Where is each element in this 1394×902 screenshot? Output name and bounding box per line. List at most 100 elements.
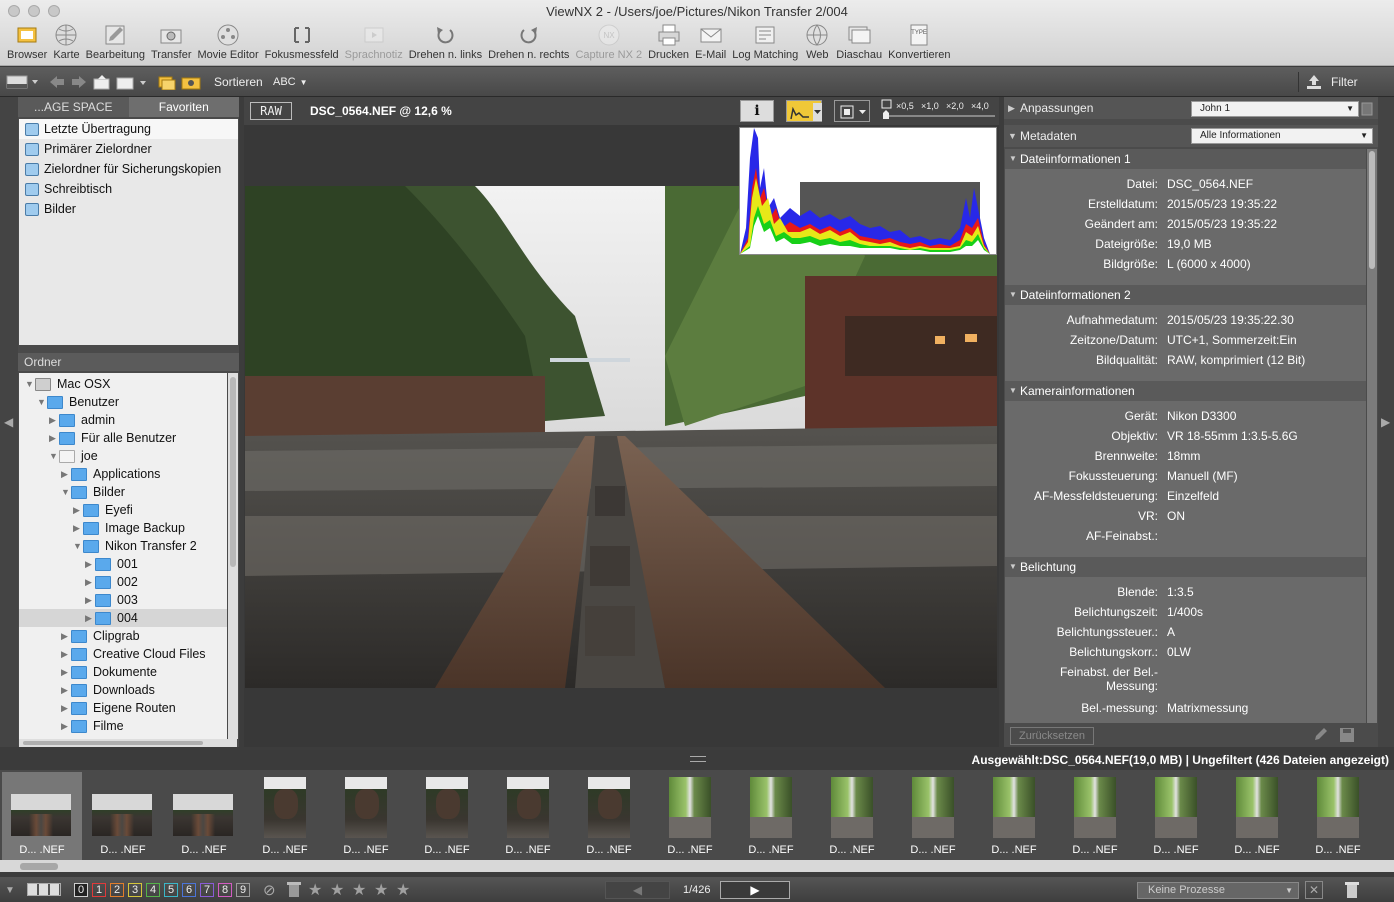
previous-image-button[interactable]: ◀ (605, 881, 670, 899)
filmstrip-thumbnail[interactable]: D... .NEF (1217, 772, 1297, 860)
star-icon[interactable]: ★ (330, 880, 344, 900)
tree-item[interactable]: ▼ Bilder (61, 483, 125, 501)
tree-item[interactable]: ▶ Eigene Routen (61, 699, 176, 717)
toolbar-convert-button[interactable]: TYPE Konvertieren (885, 22, 953, 64)
disclosure-open-icon[interactable]: ▼ (25, 379, 35, 389)
toolbar-play-note-button[interactable]: Sprachnotiz (342, 22, 406, 64)
folder-tree-hscroll-thumb[interactable] (23, 741, 203, 745)
tree-item[interactable]: ▼ joe (49, 447, 98, 465)
info-button[interactable]: i (740, 100, 774, 122)
disclosure-closed-icon[interactable]: ▶ (61, 649, 71, 660)
forward-button[interactable] (70, 72, 88, 92)
tree-item[interactable]: ▶ admin (49, 411, 115, 429)
toolbar-camera-button[interactable]: Transfer (148, 22, 195, 64)
disclosure-open-icon[interactable]: ▼ (61, 487, 71, 497)
edit-metadata-button[interactable] (1312, 727, 1330, 746)
tree-item[interactable]: ▶ 001 (85, 555, 138, 573)
filmstrip-thumbnail[interactable]: D... .NEF (407, 772, 487, 860)
toolbar-mail-button[interactable]: E-Mail (692, 22, 729, 64)
metadata-section-header[interactable]: ▼ Dateiinformationen 2 (1005, 285, 1366, 305)
process-dropdown[interactable]: Keine Prozesse ▼ (1137, 882, 1299, 899)
zoom-level-label[interactable]: ×0,5 (896, 101, 914, 111)
filmstrip-thumbnail[interactable]: D... .NEF (164, 772, 244, 860)
zoom-level-label[interactable]: ×4,0 (971, 101, 989, 111)
label-3-button[interactable]: 3 (128, 883, 142, 897)
label-2-button[interactable]: 2 (110, 883, 124, 897)
filmstrip-thumbnail[interactable]: D... .NEF (1136, 772, 1216, 860)
metadata-filter-select[interactable]: Alle Informationen ▼ (1191, 128, 1373, 144)
filmstrip-thumbnail[interactable]: D... .NEF (245, 772, 325, 860)
delete-button[interactable] (1343, 880, 1361, 902)
tab-favorites[interactable]: Favoriten (128, 97, 239, 117)
label-0-button[interactable]: 0 (74, 883, 88, 897)
filmstrip-thumbnail[interactable]: D... .NEF (1055, 772, 1135, 860)
cancel-process-button[interactable]: ✕ (1305, 881, 1323, 899)
filmstrip-thumbnail[interactable]: D... .NEF (326, 772, 406, 860)
favorite-item[interactable]: Bilder (19, 199, 238, 219)
view-mode-button[interactable] (5, 72, 39, 92)
disclosure-closed-icon[interactable]: ▶ (61, 631, 71, 642)
label-6-button[interactable]: 6 (182, 883, 196, 897)
multi-select-button[interactable] (158, 72, 176, 92)
disclosure-closed-icon[interactable]: ▶ (85, 559, 95, 570)
right-panel-collapse-strip[interactable]: ▶ (1378, 97, 1394, 747)
tag-menu-button[interactable] (116, 72, 148, 92)
filmstrip-toggle-icon[interactable]: ▼ (5, 885, 15, 896)
adjustments-preset-select[interactable]: John 1 ▼ (1191, 101, 1359, 117)
tree-item[interactable]: ▶ Creative Cloud Files (61, 645, 206, 663)
disclosure-open-icon[interactable]: ▼ (37, 397, 47, 407)
toolbar-focus-brackets-button[interactable]: Fokusmessfeld (262, 22, 342, 64)
disclosure-closed-icon[interactable]: ▶ (61, 469, 71, 480)
filmstrip-thumbnail[interactable]: D... .NEF (650, 772, 730, 860)
disclosure-closed-icon[interactable]: ▶ (49, 433, 59, 444)
fit-view-button[interactable] (834, 100, 870, 122)
tree-item[interactable]: ▼ Nikon Transfer 2 (73, 537, 197, 555)
label-1-button[interactable]: 1 (92, 883, 106, 897)
folder-tree-scroll-thumb[interactable] (230, 377, 236, 567)
star-icon[interactable]: ★ (396, 880, 410, 900)
toolbar-film-reel-button[interactable]: Movie Editor (195, 22, 262, 64)
metadata-section-header[interactable]: ▼ Dateiinformationen 1 (1005, 149, 1366, 169)
zoom-level-label[interactable]: ×1,0 (921, 101, 939, 111)
disclosure-closed-icon[interactable]: ▶ (85, 577, 95, 588)
favorite-item[interactable]: Zielordner für Sicherungskopien (19, 159, 238, 179)
tree-item[interactable]: ▶ 002 (85, 573, 138, 591)
filmstrip-thumbnail[interactable]: D... .NEF (569, 772, 649, 860)
next-image-button[interactable]: ▶ (720, 881, 790, 899)
disclosure-closed-icon[interactable]: ▶ (73, 505, 83, 516)
toolbar-rotate-right-button[interactable]: Drehen n. rechts (485, 22, 572, 64)
tree-item[interactable]: ▶ Filme (61, 717, 124, 735)
disclosure-closed-icon[interactable]: ▶ (61, 667, 71, 678)
toolbar-rotate-left-button[interactable]: Drehen n. links (406, 22, 485, 64)
tree-item[interactable]: ▶ 003 (85, 591, 138, 609)
disclosure-closed-icon[interactable]: ▶ (49, 415, 59, 426)
disclosure-closed-icon[interactable]: ▶ (73, 523, 83, 534)
toolbar-globe-button[interactable]: Karte (50, 22, 82, 64)
thumbnail-size-button[interactable] (27, 883, 61, 896)
no-rating-button[interactable]: ⊘ (263, 881, 276, 899)
back-button[interactable] (48, 72, 66, 92)
tree-item[interactable]: ▶ 004 (85, 609, 138, 627)
tree-item[interactable]: ▶ Downloads (61, 681, 155, 699)
toolbar-printer-button[interactable]: Drucken (645, 22, 692, 64)
zoom-slider[interactable]: ×0,5 ×1,0 ×2,0 ×4,0 (880, 99, 1000, 123)
protect-button[interactable] (286, 880, 302, 901)
zoom-level-label[interactable]: ×2,0 (946, 101, 964, 111)
toolbar-browser-button[interactable]: Browser (4, 22, 50, 64)
tree-item[interactable]: ▶ Clipgrab (61, 627, 140, 645)
filmstrip-thumbnail[interactable]: D... .NEF (488, 772, 568, 860)
filmstrip-thumbnail[interactable]: D... .NEF (893, 772, 973, 860)
parent-folder-button[interactable] (93, 72, 111, 92)
filmstrip-scroll-thumb[interactable] (20, 863, 58, 870)
label-8-button[interactable]: 8 (218, 883, 232, 897)
favorite-item[interactable]: Schreibtisch (19, 179, 238, 199)
folder-tree-hscrollbar[interactable] (19, 739, 237, 747)
disclosure-closed-icon[interactable]: ▶ (85, 595, 95, 606)
camera-import-button[interactable] (181, 72, 201, 92)
toolbar-edit-button[interactable]: Bearbeitung (83, 22, 148, 64)
tree-item[interactable]: ▶ Für alle Benutzer (49, 429, 176, 447)
reset-button[interactable]: Zurücksetzen (1010, 727, 1094, 745)
toolbar-capture-nx-button[interactable]: NX Capture NX 2 (572, 22, 645, 64)
star-icon[interactable]: ★ (374, 880, 388, 900)
histogram-toggle-button[interactable] (786, 100, 822, 122)
